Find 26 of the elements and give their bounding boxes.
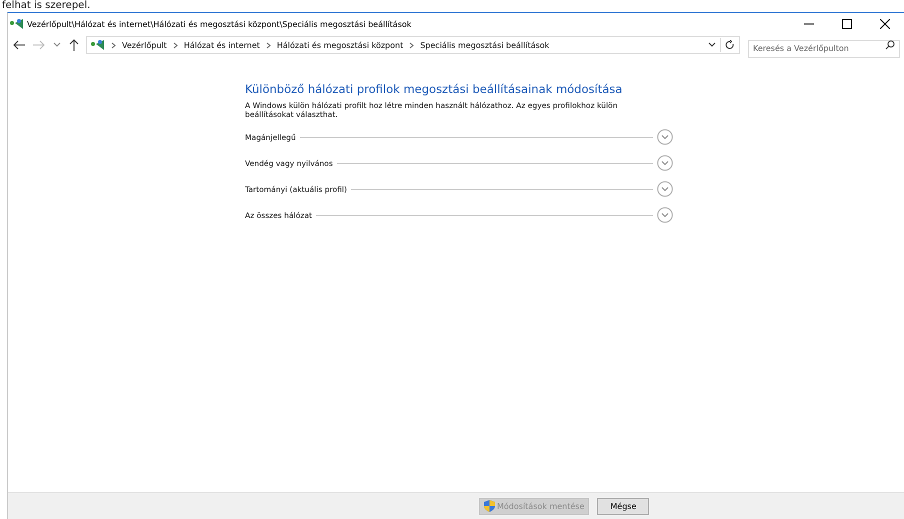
maximize-icon [842,19,852,29]
chevron-icon [409,42,414,48]
footer-button[interactable]: Mégse [597,498,650,514]
page-heading: Különböző hálózati profilok megosztási beállításainak módosítása [245,82,624,96]
background-caption: felhat is szerepel. [2,0,90,12]
breadcrumb[interactable]: Speciális megosztási beállítások [420,40,550,50]
refresh-icon[interactable] [725,40,735,50]
search-field[interactable]: Keresés a Vezérlőpulton [748,40,900,58]
address-field[interactable]: Vezérlőpult Hálózat és internet Hálózati és megosztási központ Speciális megosztási beállítások [86,36,740,54]
chevron-icon [172,42,178,48]
breadcrumb[interactable]: Vezérlőpult [122,40,167,50]
window-title: Vezérlőpult\Hálózat és internet\Hálózati és megosztási központ\Speciális megosztási beállítások [27,20,412,28]
shield-icon [484,500,495,512]
breadcrumb[interactable]: Hálózat és internet [184,40,260,50]
dropdown-caret-icon[interactable] [708,42,716,48]
close-icon [880,19,890,29]
network-icon [91,39,105,51]
expand-chevron-icon[interactable] [657,155,673,171]
expand-chevron-icon[interactable] [657,181,673,197]
breadcrumb[interactable]: Hálózati és megosztási központ [276,40,404,50]
search-icon [885,40,895,50]
chevron-icon [111,42,116,48]
expand-chevron-icon[interactable] [657,129,673,145]
network-icon [10,18,24,30]
expand-chevron-icon[interactable] [657,207,673,223]
chevron-icon [266,42,271,48]
